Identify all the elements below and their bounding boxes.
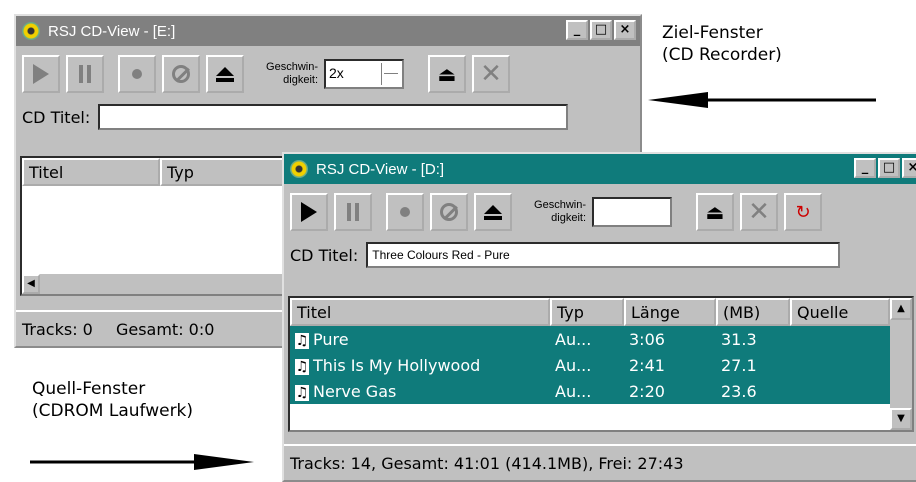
column-header-titel[interactable]: Titel [290, 298, 550, 326]
pause-icon [347, 203, 359, 221]
speed-spinner[interactable] [381, 63, 400, 85]
front-window-title: RSJ CD-View - [D:] [316, 160, 445, 178]
back-window-title: RSJ CD-View - [E:] [48, 22, 176, 40]
play-icon [301, 202, 317, 222]
track-size: 27.1 [721, 355, 757, 375]
scroll-left-button[interactable]: ◀ [22, 274, 40, 294]
front-window: RSJ CD-View - [D:] _ □ × Geschwin- digke… [282, 152, 916, 482]
front-status-text: Tracks: 14, Gesamt: 41:01 (414.1MB), Fre… [290, 454, 684, 473]
scroll-down-button[interactable]: ▼ [890, 408, 912, 430]
source-window-annotation: Quell-Fenster (CDROM Laufwerk) [32, 379, 194, 421]
record-button[interactable] [386, 193, 424, 231]
front-cd-title-row: CD Titel: Three Colours Red - Pure [290, 242, 841, 268]
pause-button[interactable] [334, 193, 372, 231]
play-button[interactable] [22, 55, 60, 93]
speed-input[interactable] [592, 197, 672, 227]
column-header-mb[interactable]: (MB) [716, 298, 790, 326]
back-toolbar: Geschwin- digkeit: 2x ⏏ ✕ [22, 52, 510, 96]
eject-icon [216, 66, 234, 82]
column-header-typ[interactable]: Typ [550, 298, 624, 326]
music-note-icon: ♫ [295, 384, 309, 401]
eject-icon [484, 204, 502, 220]
cd-title-label: CD Titel: [290, 245, 359, 265]
delete-icon: ✕ [748, 197, 770, 227]
stop-button[interactable] [430, 193, 468, 231]
speed-value: 2x [329, 65, 344, 81]
front-vscrollbar[interactable]: ▲ ▼ [890, 298, 912, 430]
track-size: 31.3 [721, 329, 757, 349]
front-window-titlebar[interactable]: RSJ CD-View - [D:] _ □ × [284, 154, 916, 184]
speed-input[interactable]: 2x [324, 59, 404, 89]
track-title: This Is My Hollywood [313, 355, 481, 375]
back-window-titlebar[interactable]: RSJ CD-View - [E:] _ □ × [16, 16, 640, 46]
pause-icon [79, 65, 91, 83]
close-button[interactable]: × [614, 20, 636, 40]
burn-icon: ⏏ [437, 62, 457, 86]
track-type: Au... [555, 381, 592, 401]
back-status-tracks: Tracks: 0 [22, 320, 93, 339]
minimize-button[interactable]: _ [854, 158, 876, 178]
back-status-total: Gesamt: 0:0 [115, 320, 215, 339]
minimize-button[interactable]: _ [566, 20, 588, 40]
cd-title-input[interactable]: Three Colours Red - Pure [366, 242, 841, 268]
front-list-header: Titel Typ Länge (MB) Quelle [290, 298, 912, 326]
front-status-bar: Tracks: 14, Gesamt: 41:01 (414.1MB), Fre… [284, 444, 916, 480]
column-header-laenge[interactable]: Länge [624, 298, 716, 326]
burn-icon: ⏏ [705, 200, 725, 224]
speed-label: Geschwin- digkeit: [534, 199, 586, 224]
stop-icon [172, 65, 190, 83]
cd-title-input[interactable] [98, 104, 569, 130]
arrow-right-icon [30, 454, 254, 470]
burn-button[interactable]: ⏏ [428, 55, 466, 93]
track-size: 23.6 [721, 381, 757, 401]
column-header-quelle[interactable]: Quelle [790, 298, 890, 326]
pause-button[interactable] [66, 55, 104, 93]
play-button[interactable] [290, 193, 328, 231]
track-row[interactable]: ♫ This Is My Hollywood Au... 2:41 27.1 [290, 352, 912, 378]
delete-button[interactable]: ✕ [740, 193, 778, 231]
maximize-button[interactable]: □ [878, 158, 900, 178]
maximize-button[interactable]: □ [590, 20, 612, 40]
track-title: Pure [313, 329, 349, 349]
column-header-typ[interactable]: Typ [160, 158, 300, 186]
music-note-icon: ♫ [295, 358, 309, 375]
track-type: Au... [555, 355, 592, 375]
column-header-titel[interactable]: Titel [22, 158, 160, 186]
cd-title-label: CD Titel: [22, 107, 91, 127]
delete-button[interactable]: ✕ [472, 55, 510, 93]
track-length: 2:41 [629, 355, 665, 375]
delete-icon: ✕ [480, 59, 502, 89]
track-length: 2:20 [629, 381, 665, 401]
track-length: 3:06 [629, 329, 665, 349]
eject-button[interactable] [206, 55, 244, 93]
record-icon [132, 69, 142, 79]
back-cd-title-row: CD Titel: [22, 104, 569, 130]
cd-icon [22, 22, 40, 40]
track-row[interactable]: ♫ Pure Au... 3:06 31.3 [290, 326, 912, 352]
refresh-button[interactable]: ↻ [784, 193, 822, 231]
refresh-icon: ↻ [795, 201, 811, 223]
burn-button[interactable]: ⏏ [696, 193, 734, 231]
track-type: Au... [555, 329, 592, 349]
speed-label: Geschwin- digkeit: [266, 61, 318, 86]
record-icon [400, 207, 410, 217]
cd-icon [290, 160, 308, 178]
scroll-up-button[interactable]: ▲ [890, 298, 912, 320]
close-button[interactable]: × [902, 158, 916, 178]
music-note-icon: ♫ [295, 332, 309, 349]
front-track-list[interactable]: Titel Typ Länge (MB) Quelle ♫ Pure Au... … [288, 296, 914, 432]
record-button[interactable] [118, 55, 156, 93]
track-row[interactable]: ♫ Nerve Gas Au... 2:20 23.6 [290, 378, 912, 404]
front-toolbar: Geschwin- digkeit: ⏏ ✕ ↻ [290, 190, 822, 234]
stop-icon [440, 203, 458, 221]
eject-button[interactable] [474, 193, 512, 231]
arrow-left-icon [648, 92, 876, 108]
stop-button[interactable] [162, 55, 200, 93]
play-icon [33, 64, 49, 84]
target-window-annotation: Ziel-Fenster (CD Recorder) [662, 23, 782, 65]
track-title: Nerve Gas [313, 381, 397, 401]
